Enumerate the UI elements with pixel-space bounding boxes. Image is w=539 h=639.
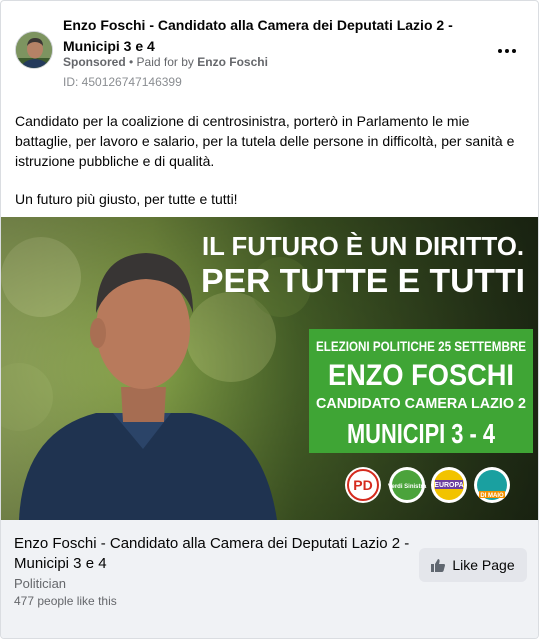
box-line-3: CANDIDATO CAMERA LAZIO 2	[316, 395, 526, 412]
verdi-sinistra-logo-text: Verdi Sinistra	[388, 484, 427, 490]
sponsored-label: Sponsored	[63, 55, 126, 69]
body-paragraph: Un futuro più giusto, per tutte e tutti!	[15, 191, 238, 207]
body-paragraph: Candidato per la coalizione di centrosin…	[15, 113, 515, 169]
ad-card: Enzo Foschi - Candidato alla Camera dei …	[0, 0, 539, 639]
pd-logo-text: PD	[353, 477, 372, 493]
europa-logo-icon: EUROPA	[431, 467, 467, 503]
europa-logo-text: EUROPA	[434, 482, 463, 489]
creative-headline-1: IL FUTURO È UN DIRITTO.	[202, 231, 524, 261]
more-options-icon[interactable]	[493, 39, 521, 63]
like-page-button[interactable]: Like Page	[419, 548, 527, 582]
box-line-1: ELEZIONI POLITICHE 25 SETTEMBRE	[316, 338, 526, 354]
ad-id: ID: 450126747146399	[63, 75, 182, 89]
thumbs-up-icon	[431, 558, 446, 572]
post-body: Candidato per la coalizione di centrosin…	[15, 111, 525, 209]
creative-headline-2: PER TUTTE E TUTTI	[201, 262, 525, 299]
ad-creative-image[interactable]: IL FUTURO È UN DIRITTO. PER TUTTE E TUTT…	[1, 217, 538, 520]
post-header: Enzo Foschi - Candidato alla Camera dei …	[1, 1, 538, 97]
paid-for-label: Paid for by	[136, 55, 198, 69]
like-page-label: Like Page	[452, 557, 515, 573]
impegno-civico-logo-icon: DI MAIO	[474, 467, 510, 503]
payer-name[interactable]: Enzo Foschi	[197, 55, 268, 69]
avatar[interactable]	[15, 31, 53, 69]
impegno-civico-logo-text: DI MAIO	[480, 493, 504, 499]
ad-footer: Enzo Foschi - Candidato alla Camera dei …	[1, 520, 538, 638]
footer-category: Politician	[14, 576, 67, 591]
box-line-4: MUNICIPI 3 - 4	[347, 418, 495, 449]
box-line-2: ENZO FOSCHI	[328, 359, 514, 392]
footer-page-title[interactable]: Enzo Foschi - Candidato alla Camera dei …	[14, 534, 414, 574]
pd-logo-icon: PD	[345, 467, 381, 503]
sponsored-line: Sponsored • Paid for by Enzo Foschi	[63, 55, 268, 69]
page-name-link[interactable]: Enzo Foschi - Candidato alla Camera dei …	[63, 15, 473, 57]
footer-like-count: 477 people like this	[14, 594, 117, 608]
separator-dot: •	[125, 55, 137, 69]
